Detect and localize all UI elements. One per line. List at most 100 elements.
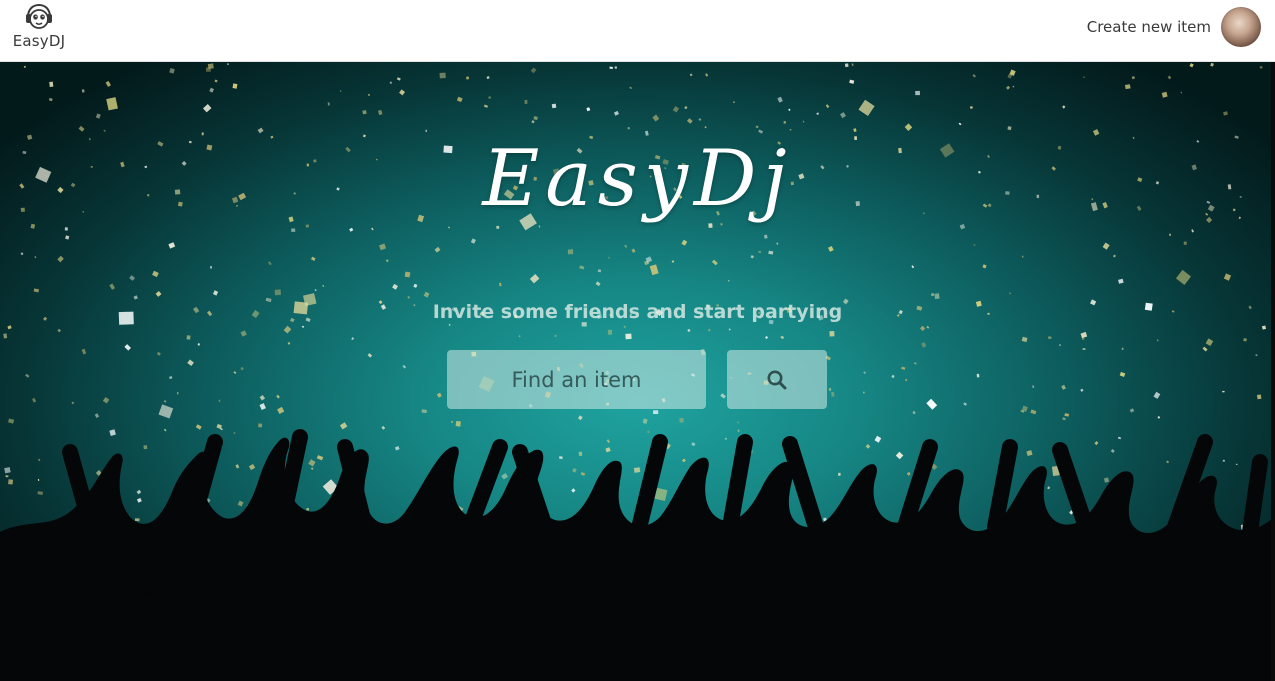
confetti-piece — [227, 63, 229, 66]
confetti-piece — [1166, 460, 1170, 464]
brand-home-link[interactable]: EasyDJ — [8, 2, 70, 58]
confetti-piece — [649, 264, 659, 276]
confetti-piece — [1080, 331, 1088, 339]
confetti-piece — [129, 275, 136, 281]
confetti-piece — [436, 392, 442, 398]
create-new-item-link[interactable]: Create new item — [1087, 18, 1211, 36]
confetti-piece — [687, 328, 691, 333]
user-avatar[interactable] — [1221, 7, 1261, 47]
confetti-piece — [248, 464, 256, 471]
confetti-piece — [1047, 486, 1051, 490]
confetti-piece — [768, 250, 774, 255]
search-button[interactable] — [727, 350, 827, 409]
confetti-piece — [642, 418, 648, 424]
confetti-piece — [71, 401, 75, 405]
confetti-piece — [316, 455, 324, 461]
confetti-piece — [143, 445, 148, 450]
page-scrollbar[interactable] — [1271, 62, 1275, 681]
confetti-piece — [371, 227, 374, 231]
confetti-piece — [212, 290, 219, 296]
confetti-piece — [305, 224, 310, 228]
confetti-piece — [625, 333, 632, 340]
confetti-piece — [551, 103, 557, 109]
confetti-piece — [447, 226, 451, 229]
confetti-piece — [691, 442, 696, 447]
crowd-silhouette — [0, 429, 1275, 681]
confetti-piece — [1112, 254, 1116, 258]
confetti-piece — [686, 118, 693, 124]
confetti-piece — [158, 404, 174, 419]
confetti-piece — [652, 114, 660, 122]
confetti-piece — [727, 279, 730, 282]
top-navbar: EasyDJ Create new item — [0, 0, 1275, 62]
confetti-piece — [828, 246, 834, 252]
nav-right: Create new item — [1087, 7, 1261, 47]
confetti-piece — [496, 225, 500, 229]
confetti-piece — [1256, 394, 1262, 400]
confetti-piece — [776, 242, 779, 245]
confetti-piece — [8, 418, 15, 424]
confetti-piece — [30, 223, 36, 229]
confetti-piece — [1082, 348, 1086, 351]
confetti-piece — [65, 235, 70, 240]
confetti-piece — [629, 86, 633, 90]
confetti-piece — [1008, 292, 1012, 295]
confetti-piece — [1161, 91, 1168, 98]
confetti-piece — [232, 83, 238, 89]
confetti-piece — [707, 328, 711, 332]
confetti-piece — [57, 328, 61, 333]
confetti-piece — [163, 428, 167, 432]
confetti-piece — [133, 295, 138, 300]
confetti-piece — [349, 227, 354, 232]
confetti-piece — [186, 335, 191, 340]
confetti-piece — [404, 271, 411, 278]
confetti-piece — [498, 282, 502, 287]
confetti-piece — [1202, 346, 1208, 352]
confetti-piece — [524, 99, 528, 104]
confetti-piece — [763, 234, 768, 239]
confetti-piece — [276, 394, 280, 399]
confetti-piece — [844, 63, 849, 68]
confetti-piece — [958, 122, 962, 126]
confetti-piece — [49, 81, 54, 88]
confetti-piece — [970, 106, 973, 109]
confetti-piece — [1175, 269, 1192, 285]
confetti-piece — [64, 227, 68, 231]
confetti-piece — [874, 435, 882, 443]
confetti-piece — [627, 127, 630, 130]
confetti-piece — [840, 112, 846, 119]
confetti-piece — [865, 444, 871, 449]
confetti-piece — [399, 89, 406, 96]
confetti-piece — [163, 400, 167, 403]
confetti-piece — [1243, 338, 1247, 342]
confetti-piece — [136, 497, 142, 503]
confetti-piece — [1183, 241, 1187, 245]
confetti-piece — [607, 329, 613, 335]
confetti-piece — [972, 74, 977, 78]
confetti-piece — [931, 293, 935, 296]
confetti-piece — [921, 342, 927, 348]
confetti-piece — [1048, 336, 1052, 340]
confetti-piece — [647, 430, 650, 434]
confetti-piece — [849, 79, 855, 84]
confetti-piece — [136, 489, 142, 495]
confetti-piece — [5, 475, 9, 478]
confetti-piece — [606, 439, 611, 444]
confetti-piece — [210, 266, 213, 269]
confetti-piece — [614, 66, 617, 69]
confetti-piece — [168, 375, 173, 380]
search-input[interactable] — [447, 350, 706, 409]
confetti-piece — [267, 261, 272, 266]
confetti-piece — [758, 250, 762, 254]
confetti-piece — [214, 79, 218, 83]
confetti-piece — [963, 402, 967, 406]
confetti-piece — [402, 364, 407, 369]
confetti-piece — [613, 110, 619, 116]
confetti-piece — [538, 225, 541, 228]
confetti-piece — [379, 243, 387, 251]
hero-subtitle: Invite some friends and start partying — [432, 301, 843, 323]
confetti-piece — [1102, 242, 1110, 250]
confetti-piece — [904, 378, 908, 382]
confetti-piece — [413, 283, 418, 288]
confetti-piece — [218, 399, 221, 402]
